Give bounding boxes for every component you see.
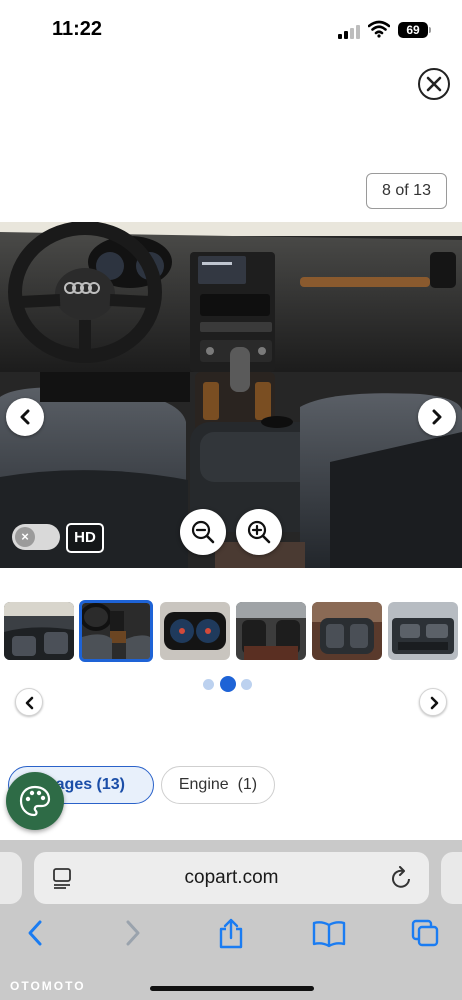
- hd-badge[interactable]: HD: [66, 523, 104, 553]
- thumbnail-item[interactable]: [312, 602, 382, 660]
- address-bar[interactable]: copart.com: [34, 852, 429, 904]
- palette-icon: [19, 785, 51, 817]
- battery-level: 69: [406, 23, 420, 37]
- tabs-icon[interactable]: [410, 918, 440, 948]
- thumbs-prev-button[interactable]: [15, 688, 43, 716]
- thumbnail-item[interactable]: [388, 602, 458, 660]
- zoom-in-button[interactable]: [236, 509, 282, 555]
- battery-icon: 69: [398, 22, 428, 38]
- forward-icon[interactable]: [122, 918, 144, 948]
- thumbnail-strip: [0, 600, 462, 664]
- share-icon[interactable]: [216, 918, 246, 950]
- thumbnail-item-selected[interactable]: [79, 600, 153, 662]
- chevron-left-icon: [25, 696, 34, 710]
- signal-icon: [338, 23, 362, 39]
- home-indicator[interactable]: [150, 986, 314, 991]
- next-tab-preview[interactable]: [441, 852, 462, 904]
- pager-dots: [203, 676, 255, 692]
- address-url: copart.com: [184, 867, 279, 888]
- zoom-out-icon: [191, 520, 215, 544]
- hd-toggle[interactable]: ×: [12, 524, 60, 550]
- close-button[interactable]: [418, 68, 450, 100]
- prev-image-button[interactable]: [6, 398, 44, 436]
- status-bar: 11:22 69: [0, 0, 462, 60]
- chevron-left-icon: [20, 409, 30, 425]
- status-time: 11:22: [52, 18, 103, 40]
- palette-button[interactable]: [6, 772, 64, 830]
- thumbnail-item[interactable]: [160, 602, 230, 660]
- main-image[interactable]: × HD: [0, 222, 462, 568]
- thumbnail-item[interactable]: [236, 602, 306, 660]
- pager-dot: [241, 679, 252, 690]
- screen: 11:22 69 8 of 13 × HD Images (13) Engine…: [0, 0, 462, 1000]
- zoom-out-button[interactable]: [180, 509, 226, 555]
- watermark: OTOMOTO: [10, 979, 86, 993]
- close-icon: [426, 76, 442, 92]
- pager-dot: [203, 679, 214, 690]
- tab-engine[interactable]: Engine (1): [161, 766, 275, 804]
- battery-nub: [429, 27, 431, 33]
- thumbnail-item[interactable]: [4, 602, 74, 660]
- thumbs-next-button[interactable]: [419, 688, 447, 716]
- car-interior-photo: [0, 222, 462, 568]
- back-icon[interactable]: [24, 918, 46, 948]
- bookmarks-icon[interactable]: [312, 920, 346, 948]
- zoom-in-icon: [247, 520, 271, 544]
- prev-tab-preview[interactable]: [0, 852, 22, 904]
- toggle-knob: ×: [15, 527, 35, 547]
- pager-dot-active: [220, 676, 236, 692]
- next-image-button[interactable]: [418, 398, 456, 436]
- wifi-icon: [368, 20, 390, 38]
- browser-toolbar: copart.com: [0, 840, 462, 1000]
- image-counter: 8 of 13: [366, 173, 447, 209]
- chevron-right-icon: [430, 696, 439, 710]
- reload-icon[interactable]: [391, 866, 413, 890]
- chevron-right-icon: [432, 409, 442, 425]
